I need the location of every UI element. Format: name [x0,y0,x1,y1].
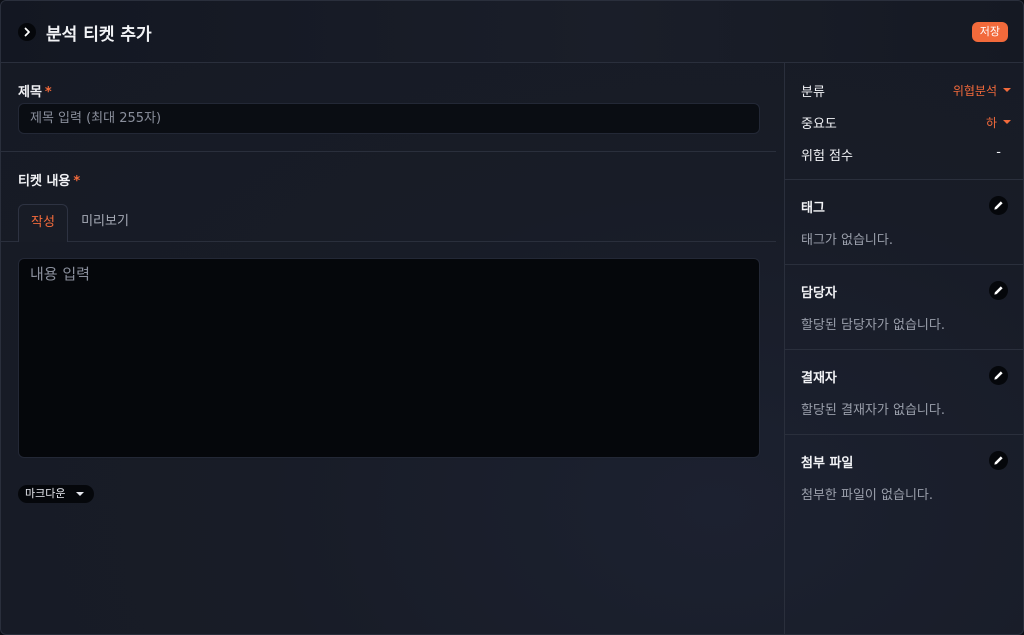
edit-attachments-button[interactable] [989,451,1008,470]
property-risk-label: 위험 점수 [801,149,853,164]
collapse-button[interactable] [18,23,36,41]
title-label-text: 제목 [18,85,42,100]
tab-divider-left [1,241,18,242]
content-label: 티켓 내용 * [18,170,80,189]
content-label-text: 티켓 내용 [18,174,71,189]
section-divider [785,179,1023,180]
tab-preview[interactable]: 미리보기 [74,204,136,242]
caret-down-icon [1003,88,1011,92]
section-divider [785,264,1023,265]
save-button[interactable]: 저장 [971,22,1008,42]
pencil-icon [994,456,1003,465]
attachments-empty-text: 첨부한 파일이 없습니다. [801,488,933,503]
sidebar: 분류 위협분석 중요도 하 위험 점수 - 태그 태그가 없습니다. 담당자 할… [784,63,1023,634]
tags-empty-text: 태그가 없습니다. [801,233,893,248]
property-category-select[interactable]: 위협분석 [953,82,997,99]
ticket-editor-window: 분석 티켓 추가 저장 제목* 티켓 내용* 작성 미리보기 마크다운 분류 위… [0,0,1024,635]
edit-approvers-button[interactable] [989,366,1008,385]
property-severity-select[interactable]: 하 [986,114,997,131]
title-label: 제목 * [18,81,52,100]
property-severity-label: 중요도 [801,117,837,132]
property-category-label: 분류 [801,85,825,100]
required-mark: * [44,85,52,100]
tab-divider [68,241,776,242]
approvers-empty-text: 할당된 결재자가 없습니다. [801,403,945,418]
page-title: 분석 티켓 추가 [46,25,152,45]
pencil-icon [994,286,1003,295]
section-divider [785,434,1023,435]
assignees-empty-text: 할당된 담당자가 없습니다. [801,318,945,333]
tab-write[interactable]: 작성 [18,204,68,242]
pencil-icon [994,201,1003,210]
chevron-right-icon [24,27,30,37]
content-textarea[interactable] [18,258,760,458]
pencil-icon [994,371,1003,380]
section-title-approvers: 결재자 [801,371,837,386]
section-title-attachments: 첨부 파일 [801,456,854,471]
form-divider [1,151,776,152]
caret-down-icon [1003,120,1011,124]
section-title-tags: 태그 [801,201,825,216]
edit-tags-button[interactable] [989,196,1008,215]
section-divider [785,349,1023,350]
required-mark: * [73,174,81,189]
format-select[interactable]: 마크다운 [18,485,94,503]
title-input[interactable] [18,103,760,134]
edit-assignees-button[interactable] [989,281,1008,300]
property-risk-value: - [996,145,1001,160]
header: 분석 티켓 추가 저장 [1,1,1023,63]
section-title-assignees: 담당자 [801,286,837,301]
caret-down-icon [76,492,84,496]
format-select-value: 마크다운 [25,487,66,500]
main-form: 제목* 티켓 내용* 작성 미리보기 마크다운 [1,63,784,634]
